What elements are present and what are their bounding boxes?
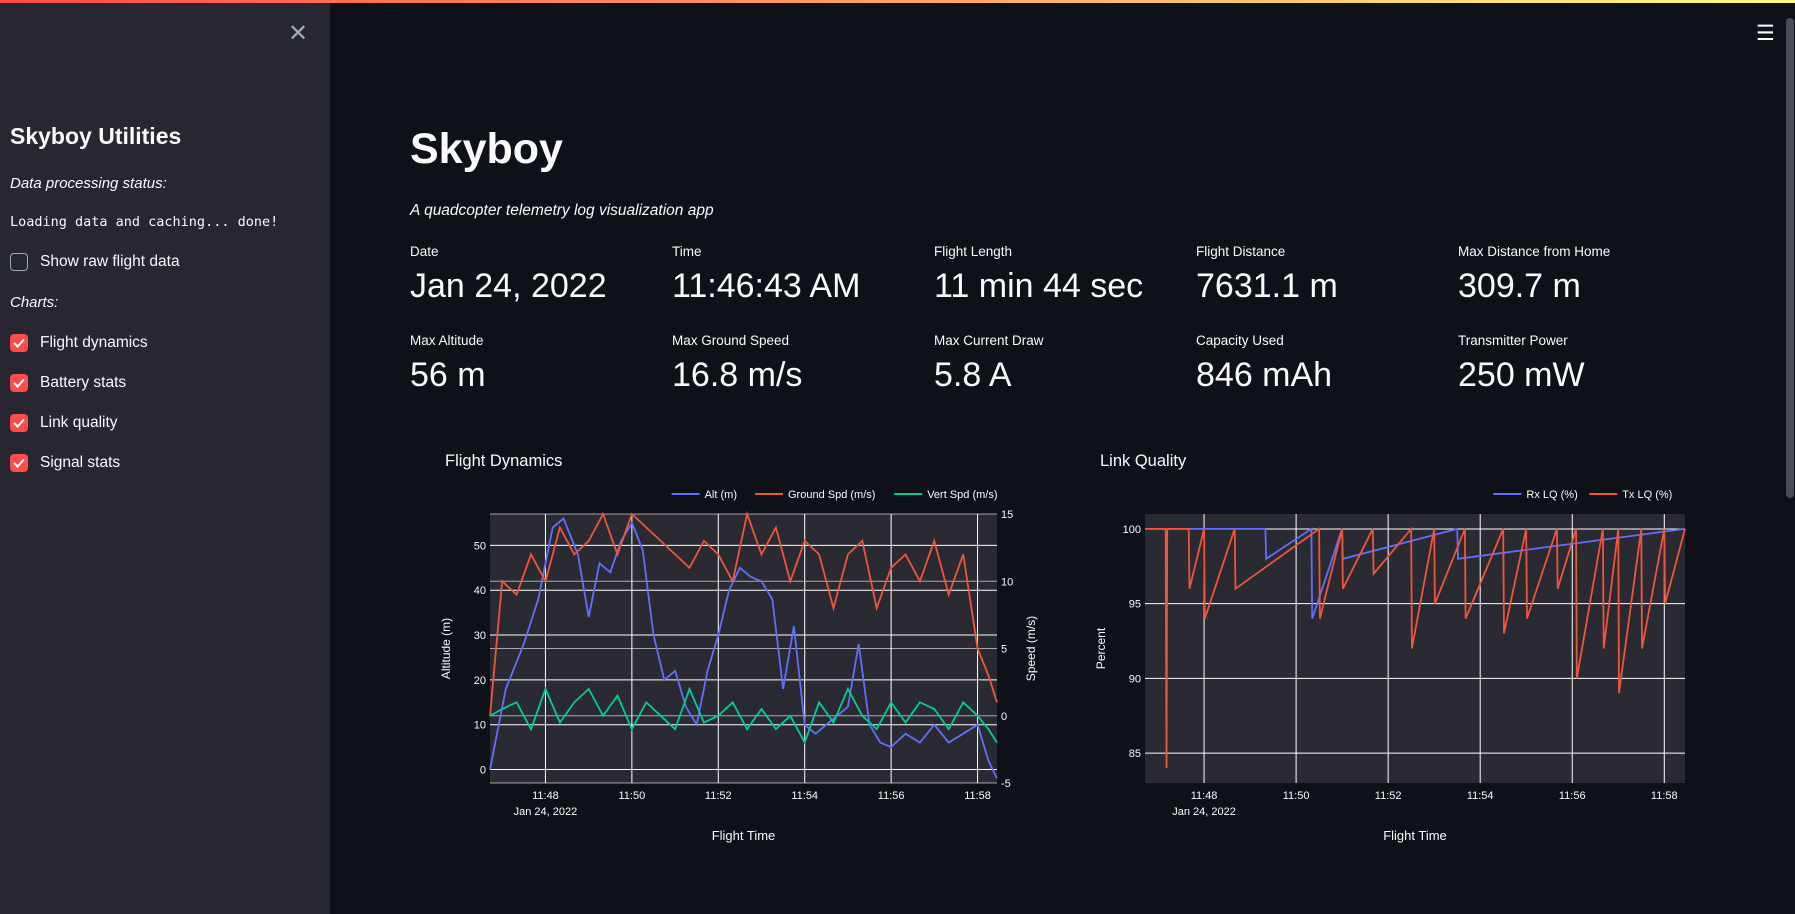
metric-label: Flight Distance [1196,244,1286,259]
checkbox-checked-icon[interactable] [10,454,28,472]
show-raw-data-checkbox[interactable]: Show raw flight data [10,253,180,271]
hamburger-menu-icon[interactable]: ☰ [1756,21,1775,46]
metric-label: Flight Length [934,244,1013,259]
metric-value: 11:46:43 AM [672,267,861,305]
metric-time: Time 11:46:43 AM [672,244,912,306]
metric-capacity-used: Capacity Used 846 mAh [1196,333,1436,395]
metric-label: Time [672,244,702,259]
metric-max-distance-home: Max Distance from Home 309.7 m [1458,244,1698,306]
checkbox-checked-icon[interactable] [10,334,28,352]
metric-max-altitude: Max Altitude 56 m [410,333,650,395]
metric-label: Transmitter Power [1458,333,1568,348]
metric-value: 309.7 m [1458,267,1581,305]
metric-transmitter-power: Transmitter Power 250 mW [1458,333,1698,395]
metric-value: Jan 24, 2022 [410,267,607,305]
checkbox-flight-dynamics[interactable]: Flight dynamics [10,334,148,352]
metric-max-current-draw: Max Current Draw 5.8 A [934,333,1174,395]
show-raw-data-label: Show raw flight data [40,253,180,270]
chart-title-link-quality: Link Quality [1100,452,1187,470]
status-label: Data processing status: [10,175,167,192]
metric-value: 7631.1 m [1196,267,1338,305]
signal-stats-label: Signal stats [40,454,121,471]
close-icon[interactable]: ✕ [288,19,308,48]
page-subtitle: A quadcopter telemetry log visualization… [410,202,714,219]
metric-label: Date [410,244,439,259]
page-title: Skyboy [410,125,563,173]
metric-label: Max Current Draw [934,333,1044,348]
flight-dynamics-label: Flight dynamics [40,334,148,351]
metric-flight-length: Flight Length 11 min 44 sec [934,244,1174,306]
metric-label: Max Ground Speed [672,333,790,348]
link-quality-label: Link quality [40,414,118,431]
metric-value: 11 min 44 sec [934,267,1144,305]
charts-label: Charts: [10,294,59,311]
checkbox-unchecked-icon[interactable] [10,253,28,271]
checkbox-signal-stats[interactable]: Signal stats [10,454,120,472]
metric-label: Max Distance from Home [1458,244,1611,259]
metric-max-ground-speed: Max Ground Speed 16.8 m/s [672,333,912,395]
chart-title-flight-dynamics: Flight Dynamics [445,452,563,470]
checkbox-checked-icon[interactable] [10,414,28,432]
metric-value: 56 m [410,356,486,394]
metric-label: Max Altitude [410,333,484,348]
metric-flight-distance: Flight Distance 7631.1 m [1196,244,1436,306]
metric-value: 16.8 m/s [672,356,803,394]
metric-value: 846 mAh [1196,356,1333,394]
metric-label: Capacity Used [1196,333,1284,348]
metric-date: Date Jan 24, 2022 [410,244,650,306]
battery-stats-label: Battery stats [40,374,127,391]
main-content: ☰ Skyboy A quadcopter telemetry log visu… [330,3,1795,914]
sidebar-title: Skyboy Utilities [10,123,182,149]
checkbox-battery-stats[interactable]: Battery stats [10,374,126,392]
checkbox-link-quality[interactable]: Link quality [10,414,118,432]
metric-value: 5.8 A [934,356,1012,394]
status-text: Loading data and caching... done! [10,214,279,230]
scrollbar[interactable] [1786,18,1794,498]
metric-value: 250 mW [1458,356,1585,394]
checkbox-checked-icon[interactable] [10,374,28,392]
sidebar: ✕ Skyboy Utilities Data processing statu… [0,3,330,914]
